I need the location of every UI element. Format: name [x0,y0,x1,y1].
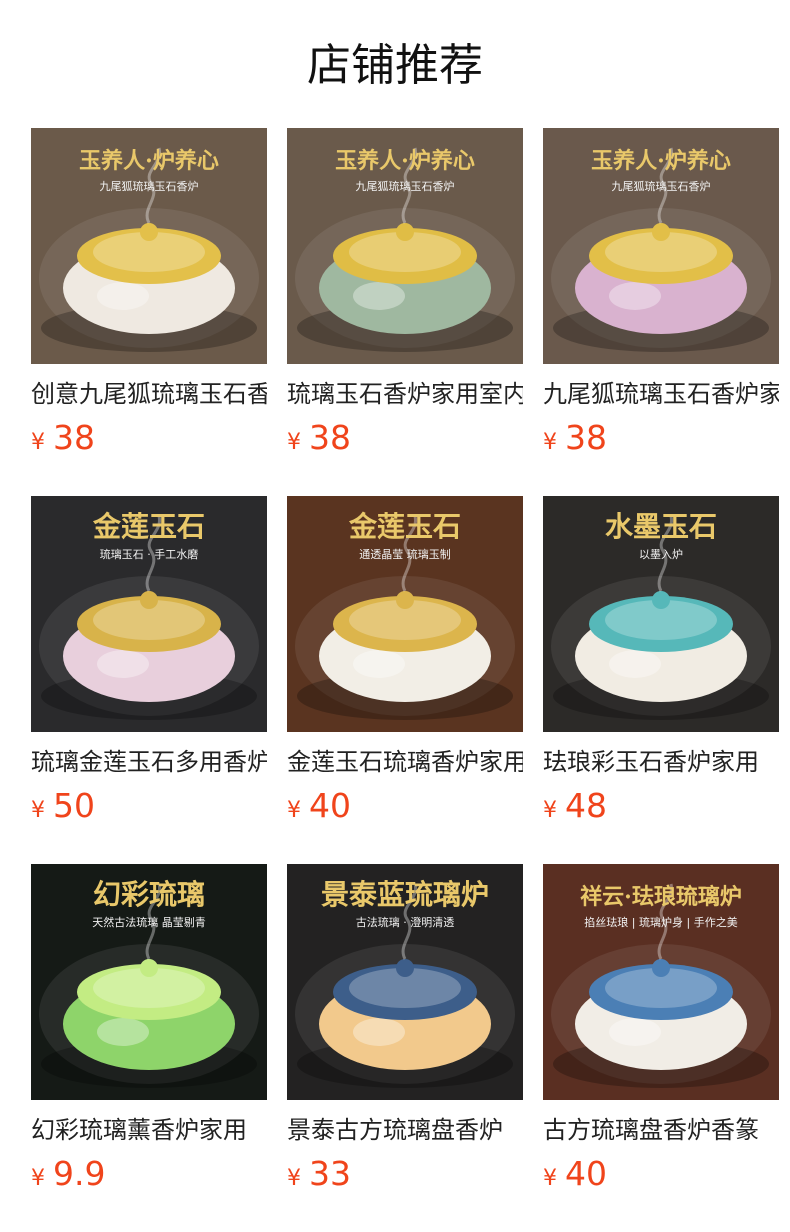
product-price: ¥40 [543,1152,607,1196]
image-banner-text: 玉养人·炉养心 [79,148,219,174]
image-banner-text: 玉养人·炉养心 [335,148,475,174]
price-amount: 48 [565,786,607,825]
product-price: ¥38 [31,416,95,460]
price-amount: 38 [565,418,607,457]
currency-symbol: ¥ [31,1166,45,1191]
product-image[interactable]: 祥云·珐琅琉璃炉掐丝珐琅 | 琉璃炉身 | 手作之美 [543,864,779,1100]
product-image[interactable]: 玉养人·炉养心九尾狐琉璃玉石香炉 [543,128,779,364]
image-banner-text: 水墨玉石 [605,510,717,543]
currency-symbol: ¥ [287,1166,301,1191]
image-banner-text: 玉养人·炉养心 [591,148,731,174]
product-price: ¥38 [543,416,607,460]
product-image[interactable]: 金莲玉石通透晶莹 琉璃玉制 [287,496,523,732]
product-card[interactable]: 玉养人·炉养心九尾狐琉璃玉石香炉九尾狐琉璃玉石香炉家用 ¥38 [543,128,779,457]
product-image[interactable]: 幻彩琉璃天然古法琉璃 晶莹剔青 [31,864,267,1100]
product-price: ¥40 [287,784,351,828]
product-card[interactable]: 金莲玉石通透晶莹 琉璃玉制金莲玉石琉璃香炉家用 ¥40 [287,496,523,825]
product-name[interactable]: 珐琅彩玉石香炉家用 [543,744,779,780]
currency-symbol: ¥ [31,798,45,823]
product-image[interactable]: 水墨玉石 以墨入炉 [543,496,779,732]
product-card[interactable]: 景泰蓝琉璃炉古法琉璃 · 澄明清透景泰古方琉璃盘香炉 ¥33 [287,864,523,1193]
product-card[interactable]: 幻彩琉璃天然古法琉璃 晶莹剔青幻彩琉璃薰香炉家用 ¥9.9 [31,864,267,1193]
product-name[interactable]: 九尾狐琉璃玉石香炉家用 [543,376,779,412]
product-card[interactable]: 玉养人·炉养心九尾狐琉璃玉石香炉琉璃玉石香炉家用室内 ¥38 [287,128,523,457]
currency-symbol: ¥ [543,430,557,455]
product-price: ¥50 [31,784,95,828]
shop-recommendations-page: 店铺推荐 玉养人·炉养心九尾狐琉璃玉石香炉创意九尾狐琉璃玉石香炉¥38玉养人·炉… [0,0,790,1232]
image-subtitle-text: 九尾狐琉璃玉石香炉 [356,179,455,193]
image-banner-text: 金莲玉石 [348,510,461,543]
currency-symbol: ¥ [287,430,301,455]
image-subtitle-text: 通透晶莹 琉璃玉制 [359,547,451,561]
product-price: ¥33 [287,1152,351,1196]
price-amount: 40 [309,786,351,825]
image-banner-text: 景泰蓝琉璃炉 [321,878,489,911]
currency-symbol: ¥ [543,1166,557,1191]
image-subtitle-text: 九尾狐琉璃玉石香炉 [100,179,199,193]
image-subtitle-text: 天然古法琉璃 晶莹剔青 [92,915,206,929]
product-price: ¥38 [287,416,351,460]
product-image[interactable]: 玉养人·炉养心九尾狐琉璃玉石香炉 [287,128,523,364]
price-amount: 38 [53,418,95,457]
page-title: 店铺推荐 [307,40,483,91]
product-card[interactable]: 玉养人·炉养心九尾狐琉璃玉石香炉创意九尾狐琉璃玉石香炉 ¥38 [31,128,267,457]
product-image[interactable]: 金莲玉石琉璃玉石 · 手工水磨 [31,496,267,732]
image-subtitle-text: 以墨入炉 [639,548,683,561]
product-grid: 玉养人·炉养心九尾狐琉璃玉石香炉创意九尾狐琉璃玉石香炉¥38玉养人·炉养心九尾狐… [31,128,779,1193]
product-name[interactable]: 创意九尾狐琉璃玉石香炉 [31,376,267,412]
currency-symbol: ¥ [287,798,301,823]
price-amount: 38 [309,418,351,457]
image-subtitle-text: 掐丝珐琅 | 琉璃炉身 | 手作之美 [584,915,737,929]
price-amount: 50 [53,786,95,825]
product-name[interactable]: 景泰古方琉璃盘香炉 [287,1112,523,1148]
product-card[interactable]: 水墨玉石以墨入炉珐琅彩玉石香炉家用 ¥48 [543,496,779,825]
product-name[interactable]: 琉璃金莲玉石多用香炉 [31,744,267,780]
product-name[interactable]: 金莲玉石琉璃香炉家用 [287,744,523,780]
product-name[interactable]: 古方琉璃盘香炉香篆 [543,1112,779,1148]
image-subtitle-text: 古法琉璃 · 澄明清透 [356,915,455,929]
image-subtitle-text: 九尾狐琉璃玉石香炉 [612,179,711,193]
product-price: ¥9.9 [31,1152,105,1196]
product-price: ¥48 [543,784,607,828]
price-amount: 33 [309,1154,351,1193]
product-name[interactable]: 幻彩琉璃薰香炉家用 [31,1112,267,1148]
currency-symbol: ¥ [543,798,557,823]
image-banner-text: 祥云·珐琅琉璃炉 [580,884,742,910]
price-amount: 9.9 [53,1154,106,1193]
currency-symbol: ¥ [31,430,45,455]
product-card[interactable]: 祥云·珐琅琉璃炉掐丝珐琅 | 琉璃炉身 | 手作之美古方琉璃盘香炉香篆 ¥40 [543,864,779,1193]
product-name[interactable]: 琉璃玉石香炉家用室内 [287,376,523,412]
product-image[interactable]: 景泰蓝琉璃炉古法琉璃 · 澄明清透 [287,864,523,1100]
product-card[interactable]: 金莲玉石琉璃玉石 · 手工水磨琉璃金莲玉石多用香炉 ¥50 [31,496,267,825]
image-banner-text: 幻彩琉璃 [93,878,205,911]
price-amount: 40 [565,1154,607,1193]
image-subtitle-text: 琉璃玉石 · 手工水磨 [100,547,199,561]
image-banner-text: 金莲玉石 [92,510,205,543]
product-image[interactable]: 玉养人·炉养心九尾狐琉璃玉石香炉 [31,128,267,364]
